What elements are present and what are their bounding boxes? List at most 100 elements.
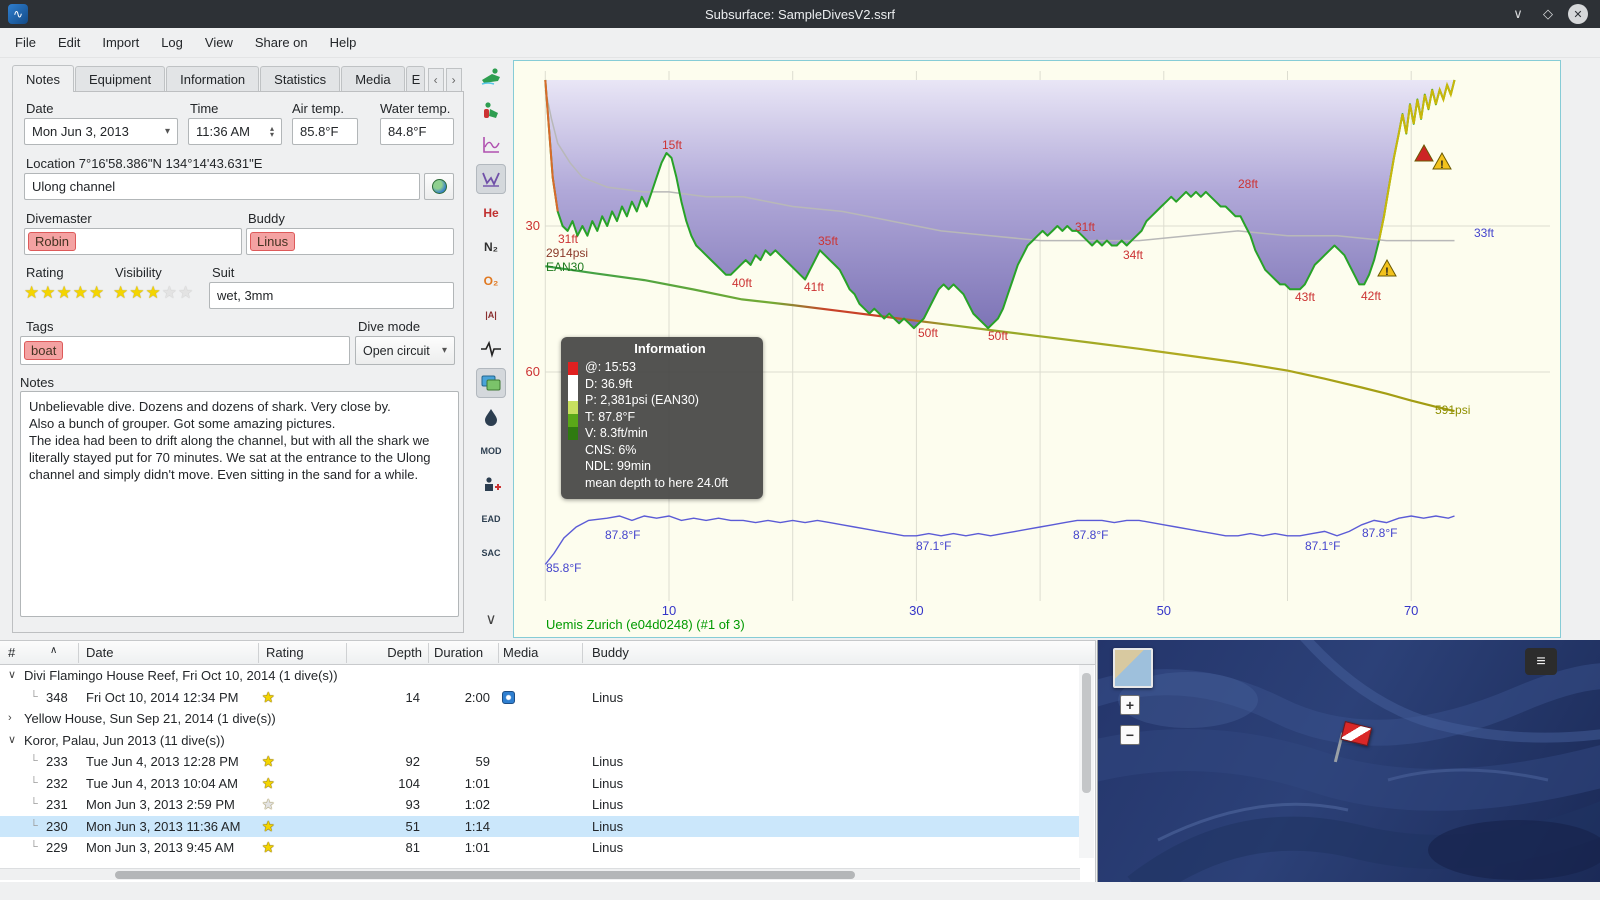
divemaster-field[interactable]: Robin	[24, 228, 242, 255]
chevron-right-icon[interactable]: ›	[8, 708, 12, 730]
svg-text:50: 50	[1157, 603, 1171, 618]
buddy-field[interactable]: Linus	[246, 228, 454, 255]
svg-text:591psi: 591psi	[1435, 403, 1470, 417]
sort-indicator-icon: ∧	[50, 645, 58, 656]
dive-row[interactable]: └ 230 Mon Jun 3, 2013 11:36 AM ★ ★ ★ ★ ★ 51 1:14 L…	[0, 815, 1080, 837]
dive-row[interactable]: └ 229 Mon Jun 3, 2013 9:45 AM ★ ★ ★ ★ ★ 81 1:01 Li…	[0, 837, 1080, 859]
dive-list-header[interactable]: # Date Rating Depth Duration Media Buddy ∧	[0, 641, 1095, 665]
menu-view[interactable]: View	[194, 30, 244, 55]
toolbar-collapse-chevron-icon[interactable]: ∨	[472, 610, 510, 628]
map-menu-button[interactable]: ≡	[1525, 648, 1557, 675]
tooltip-line: mean depth to here 24.0ft	[585, 475, 729, 490]
heartrate-icon[interactable]	[476, 334, 506, 364]
tab-scroll-left-icon[interactable]: ‹	[427, 68, 444, 92]
svg-text:60: 60	[526, 364, 540, 379]
profile-toolbar: He N₂ O₂ |A| MOD EAD SAC	[472, 62, 510, 638]
location-globe-button[interactable]	[424, 173, 454, 200]
dive-row[interactable]: └ 231 Mon Jun 3, 2013 2:59 PM ★ ★ ★ ★ ★ 93 1:02 Li…	[0, 794, 1080, 816]
visibility-label: Visibility	[115, 265, 162, 280]
n2-icon[interactable]: N₂	[476, 232, 506, 262]
o2-icon[interactable]: O₂	[476, 266, 506, 296]
profile-grid-icon[interactable]	[476, 164, 506, 194]
column-header-media[interactable]: Media	[503, 645, 538, 660]
column-header-depth[interactable]: Depth	[350, 645, 422, 660]
tag-chip[interactable]: boat	[24, 341, 64, 360]
date-dropdown[interactable]: Mon Jun 3, 2013 ▾	[24, 118, 178, 145]
tags-label: Tags	[26, 319, 54, 334]
column-header-date[interactable]: Date	[86, 645, 113, 660]
dive-profile-panel[interactable]: 10 30 50 70 30 60 15ft 31ft 2914psi EAN30 40ft 35ft…	[513, 60, 1561, 638]
ead-icon[interactable]: EAD	[476, 504, 506, 534]
pp-graph-icon[interactable]	[476, 130, 506, 160]
menubar: File Edit Import Log View Share on Help	[0, 28, 1600, 58]
trip-row[interactable]: › Yellow House, Sun Sep 21, 2014 (1 dive(…	[0, 708, 1080, 730]
water-temp-field[interactable]: 84.8°F	[380, 118, 454, 145]
scooter-icon[interactable]	[476, 96, 506, 126]
svg-text:87.8°F: 87.8°F	[605, 528, 640, 542]
tab-notes[interactable]: Notes	[12, 65, 74, 92]
he-icon[interactable]: He	[476, 198, 506, 228]
tab-information[interactable]: Information	[166, 66, 260, 92]
dive-row[interactable]: └ 348 Fri Oct 10, 2014 12:34 PM ★ ★ ★ ★ ★ 14 2:00…	[0, 687, 1080, 709]
spin-down-icon[interactable]: ▾	[270, 130, 274, 138]
minimap-thumbnail[interactable]	[1113, 648, 1153, 688]
svg-text:28ft: 28ft	[1238, 177, 1259, 191]
tooltip-line: P: 2,381psi (EAN30)	[585, 393, 699, 407]
svg-text:42ft: 42ft	[1361, 289, 1382, 303]
zoom-out-button[interactable]: −	[1120, 725, 1140, 745]
trip-row[interactable]: ∨ Koror, Palau, Jun 2013 (11 dive(s))	[0, 730, 1080, 752]
svg-text:40ft: 40ft	[732, 276, 753, 290]
ceiling-icon[interactable]: |A|	[476, 300, 506, 330]
zoom-in-button[interactable]: +	[1120, 695, 1140, 715]
tab-equipment[interactable]: Equipment	[74, 66, 166, 92]
photos-icon[interactable]	[476, 368, 506, 398]
media-icon[interactable]	[502, 690, 515, 704]
tab-scroll-right-icon[interactable]: ›	[445, 68, 462, 92]
tab-statistics[interactable]: Statistics	[260, 66, 341, 92]
maximize-button[interactable]: ◇	[1538, 4, 1558, 24]
sac-icon[interactable]: SAC	[476, 538, 506, 568]
menu-edit[interactable]: Edit	[47, 30, 91, 55]
profile-info-tooltip: Information @: 15:53 D: 36.9ft P: 2,381psi…	[561, 337, 763, 499]
menu-help[interactable]: Help	[319, 30, 368, 55]
menu-import[interactable]: Import	[91, 30, 150, 55]
sac-diver-icon[interactable]	[476, 470, 506, 500]
chevron-down-icon[interactable]: ∨	[8, 730, 16, 752]
column-header-rating[interactable]: Rating	[266, 645, 304, 660]
notes-textarea[interactable]: Unbelievable dive. Dozens and dozens of …	[20, 391, 459, 617]
diver-icon[interactable]	[476, 62, 506, 92]
column-header-num[interactable]: #	[8, 645, 15, 660]
column-header-duration[interactable]: Duration	[434, 645, 483, 660]
tags-field[interactable]: boat	[20, 336, 350, 365]
divemaster-chip[interactable]: Robin	[28, 232, 76, 251]
menu-share-on[interactable]: Share on	[244, 30, 319, 55]
visibility-stars[interactable]: ★★★★★	[113, 284, 194, 301]
air-temp-field[interactable]: 85.8°F	[292, 118, 358, 145]
tooltip-line: NDL: 99min	[585, 459, 651, 473]
titlebar[interactable]: ∿ Subsurface: SampleDivesV2.ssrf ∨ ◇ ✕	[0, 0, 1600, 28]
menu-log[interactable]: Log	[150, 30, 194, 55]
minimize-button[interactable]: ∨	[1508, 4, 1528, 24]
rating-stars[interactable]: ★★★★★	[24, 284, 105, 301]
tab-e[interactable]: E	[405, 66, 425, 92]
menu-file[interactable]: File	[4, 30, 47, 55]
buddy-chip[interactable]: Linus	[250, 232, 296, 251]
location-input[interactable]: Ulong channel	[24, 173, 420, 200]
dive-row[interactable]: └ 232 Tue Jun 4, 2013 10:04 AM ★ ★ ★ ★ ★ 104 1:01…	[0, 773, 1080, 795]
tab-media[interactable]: Media	[341, 66, 405, 92]
trip-row[interactable]: ∨ Divi Flamingo House Reef, Fri Oct 10, 2…	[0, 665, 1080, 687]
svg-text:34ft: 34ft	[1123, 248, 1144, 262]
dive-row[interactable]: └ 233 Tue Jun 4, 2013 12:28 PM ★ ★ ★ ★ ★ 92 59 Lin…	[0, 751, 1080, 773]
time-spinbox[interactable]: 11:36 AM ▴ ▾	[188, 118, 282, 145]
vertical-scrollbar[interactable]	[1079, 665, 1094, 858]
map-panel[interactable]: + − ≡	[1097, 640, 1600, 882]
chevron-down-icon[interactable]: ∨	[8, 665, 16, 687]
suit-input[interactable]: wet, 3mm	[209, 282, 454, 309]
column-header-buddy[interactable]: Buddy	[592, 645, 629, 660]
time-label: Time	[190, 101, 219, 116]
horizontal-scrollbar[interactable]	[0, 868, 1080, 880]
dive-mode-dropdown[interactable]: Open circuit ▾	[355, 336, 455, 365]
mod-icon[interactable]: MOD	[476, 436, 506, 466]
close-button[interactable]: ✕	[1568, 4, 1588, 24]
gas-drop-icon[interactable]	[476, 402, 506, 432]
